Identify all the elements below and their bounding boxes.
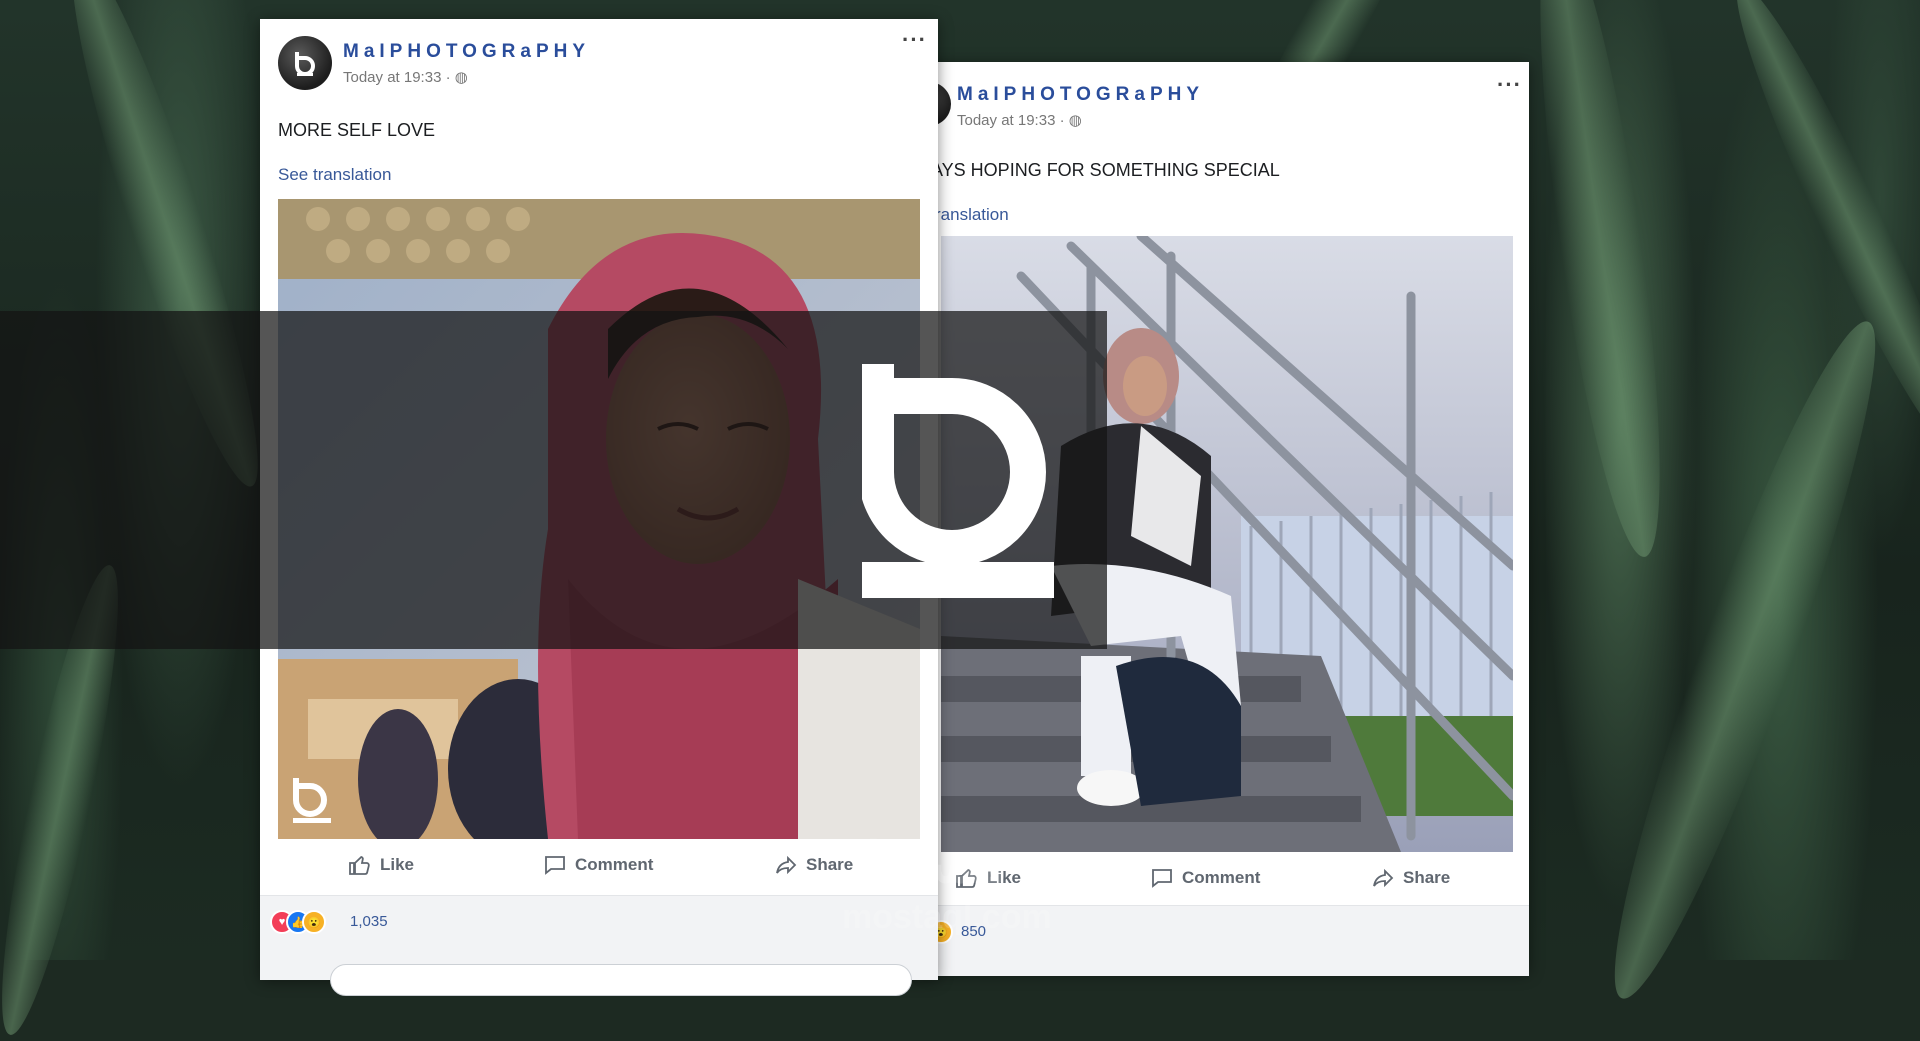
like-button[interactable]: Like <box>348 853 414 877</box>
post-timestamp[interactable]: Today at 19:33 · ◍ <box>957 111 1082 129</box>
comment-box[interactable] <box>330 964 912 996</box>
see-translation-link[interactable]: See translation <box>278 165 391 185</box>
wow-reaction-icon[interactable]: 😮 <box>302 910 326 934</box>
post-actions: Like Comment Share <box>260 845 938 891</box>
page-name[interactable]: MaIPHOTOGRaPHY <box>343 41 590 63</box>
share-icon <box>1373 868 1394 888</box>
comment-button[interactable]: Comment <box>1150 866 1260 890</box>
watermark-arabic: مستقل <box>840 831 1008 894</box>
timestamp-text: Today at 19:33 · <box>343 69 455 86</box>
globe-icon: ◍ <box>1068 112 1082 129</box>
watermark-latin: mostaql.com <box>842 898 1052 936</box>
more-options-button[interactable]: ··· <box>902 27 927 53</box>
globe-icon: ◍ <box>454 69 468 86</box>
comment-icon <box>1152 869 1172 888</box>
timestamp-text: Today at 19:33 · <box>957 112 1069 129</box>
brand-logo-icon <box>862 364 1054 598</box>
post-timestamp[interactable]: Today at 19:33 · ◍ <box>343 68 468 86</box>
reactions-bar: ♥ 👍 😮 1,035 <box>260 895 938 996</box>
page-name[interactable]: MaIPHOTOGRaPHY <box>957 84 1204 106</box>
reaction-count[interactable]: 1,035 <box>350 913 388 930</box>
share-button[interactable]: Share <box>1371 866 1450 890</box>
post-text: MORE SELF LOVE <box>278 120 436 140</box>
share-icon <box>776 855 797 875</box>
like-label: Like <box>380 855 415 874</box>
comment-label: Comment <box>575 855 654 874</box>
comment-icon <box>545 856 565 875</box>
page-logo-icon <box>295 52 315 76</box>
see-translation-link[interactable]: ranslation <box>935 205 1009 225</box>
thumbs-up-icon <box>349 856 370 875</box>
share-label: Share <box>1403 868 1451 887</box>
post-actions: Like Comment Share <box>925 856 1529 902</box>
page-avatar[interactable] <box>278 36 332 90</box>
photo-watermark-logo-icon <box>293 778 331 823</box>
more-options-button[interactable]: ··· <box>1497 72 1522 98</box>
comment-label: Comment <box>1182 868 1261 887</box>
post-text: AYS HOPING FOR SOMETHING SPECIAL <box>931 160 1280 180</box>
comment-button[interactable]: Comment <box>543 853 653 877</box>
